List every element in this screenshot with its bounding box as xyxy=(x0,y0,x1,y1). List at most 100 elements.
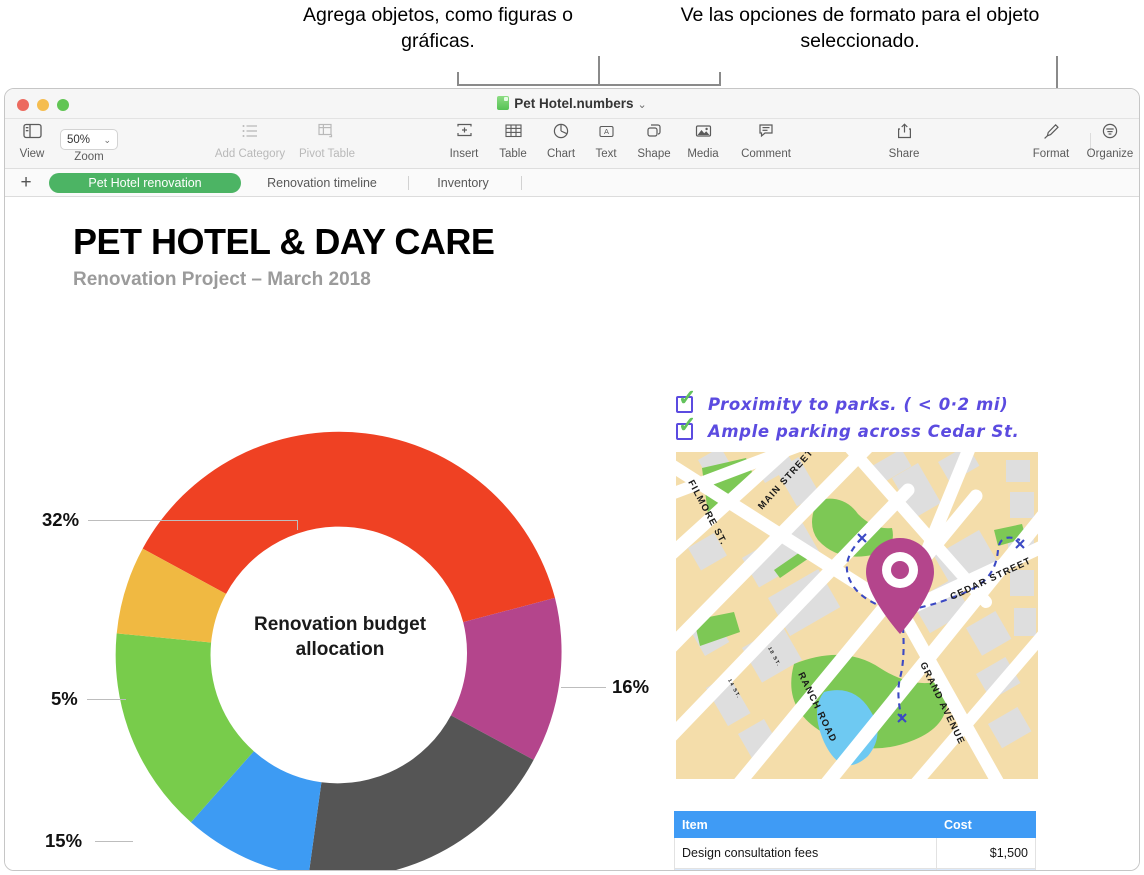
handwritten-checklist: ✓ Proximity to parks. ( < 0·2 mi) ✓ Ampl… xyxy=(676,387,1046,449)
toolbar-view-label: View xyxy=(19,148,45,160)
chevron-down-icon: ⌄ xyxy=(103,135,111,145)
toolbar-table-button[interactable]: Table xyxy=(487,123,539,160)
callout-format-options-text: Ve las opciones de formato para el objet… xyxy=(680,4,1040,52)
toolbar-zoom-label: Zoom xyxy=(74,151,104,163)
callout-bracket-horizontal xyxy=(457,84,721,86)
table-header-row: Item Cost xyxy=(674,811,1036,838)
table-cell-cost: $2,650 xyxy=(936,868,1036,870)
toolbar-view-button[interactable]: View xyxy=(5,123,67,160)
callout-add-objects: Agrega objetos, como figuras o gráficas. xyxy=(288,2,588,54)
table-row[interactable]: Design consultation fees $1,500 xyxy=(674,837,1036,869)
map-image[interactable]: FILMORE ST. MAIN STREET CEDAR STREET RAN… xyxy=(676,452,1038,779)
table-header-item: Item xyxy=(674,811,937,838)
app-window: Pet Hotel.numbers ⌄ View 50% ⌄ Zoom Add … xyxy=(4,88,1140,871)
callout-add-objects-text: Agrega objetos, como figuras o gráficas. xyxy=(303,4,573,52)
pct-label-cabinetry: 32% xyxy=(42,509,80,530)
document-title-text: Pet Hotel.numbers xyxy=(514,96,634,111)
donut-center-label: Renovation budget allocation xyxy=(185,612,495,662)
leader-line-cabinetry xyxy=(88,520,298,521)
sheet-tab-renovation-timeline[interactable]: Renovation timeline xyxy=(253,173,391,193)
callout-format-options: Ve las opciones de formato para el objet… xyxy=(660,2,1060,54)
cost-table[interactable]: Item Cost Design consultation fees $1,50… xyxy=(674,811,1036,870)
leader-line-plumbing xyxy=(87,699,126,700)
toolbar-chart-button[interactable]: Chart xyxy=(535,123,587,160)
leader-tick-cabinetry xyxy=(297,520,298,530)
toolbar-add-category-label: Add Category xyxy=(214,148,286,160)
toolbar-shape-label: Shape xyxy=(637,148,671,160)
toolbar-media-button[interactable]: Media xyxy=(676,123,730,160)
sheet-tab-divider xyxy=(521,176,522,190)
sheet-tab-label: Inventory xyxy=(437,176,489,190)
chevron-down-icon[interactable]: ⌄ xyxy=(638,99,647,111)
toolbar-organize-button[interactable]: Organize xyxy=(1076,123,1139,160)
toolbar-pivot-table-label: Pivot Table xyxy=(298,148,356,160)
media-icon xyxy=(676,123,730,147)
sheet-tab-divider xyxy=(408,176,409,190)
zoom-select[interactable]: 50% ⌄ xyxy=(60,129,118,150)
toolbar-format-label: Format xyxy=(1032,148,1070,160)
share-icon xyxy=(876,123,932,147)
toolbar-chart-label: Chart xyxy=(546,148,576,160)
pct-label-fixtures: 16% xyxy=(612,676,650,697)
pivot-table-icon xyxy=(291,123,363,147)
callout-line-vertical-1 xyxy=(598,56,600,86)
document-title[interactable]: Pet Hotel.numbers ⌄ xyxy=(5,96,1139,111)
list-icon xyxy=(214,123,286,147)
table-cell-cost: $1,500 xyxy=(936,837,1036,869)
checkmark-icon: ✓ xyxy=(678,412,697,437)
table-cell-item: Design consultation fees xyxy=(674,837,937,869)
window-titlebar: Pet Hotel.numbers ⌄ xyxy=(5,89,1139,119)
toolbar-add-category-button[interactable]: Add Category xyxy=(214,123,286,160)
table-header-cost: Cost xyxy=(936,811,1036,838)
pct-label-flooring: 15% xyxy=(45,830,83,851)
toolbar-insert-label: Insert xyxy=(449,148,479,160)
toolbar-comment-button[interactable]: Comment xyxy=(730,123,802,160)
insert-icon xyxy=(436,123,492,147)
callout-bracket-right-tick xyxy=(719,72,721,86)
svg-text:A: A xyxy=(603,127,608,136)
toolbar-table-label: Table xyxy=(499,148,527,160)
toolbar-pivot-table-button[interactable]: Pivot Table xyxy=(291,123,363,160)
chart-icon xyxy=(535,123,587,147)
zoom-value: 50% xyxy=(67,134,91,146)
numbers-document-icon xyxy=(497,96,510,110)
sidebar-icon xyxy=(5,123,67,147)
sheet-tab-label: Renovation timeline xyxy=(267,176,377,190)
toolbar-shape-button[interactable]: Shape xyxy=(627,123,681,160)
sheet-tab-label: Pet Hotel renovation xyxy=(88,176,202,190)
donut-center-line1: Renovation budget xyxy=(253,614,427,635)
toolbar-comment-label: Comment xyxy=(741,148,791,160)
toolbar-organize-label: Organize xyxy=(1086,148,1134,160)
organize-icon xyxy=(1076,123,1139,147)
comment-icon xyxy=(730,123,802,147)
callout-bracket-left-tick xyxy=(457,72,459,86)
add-sheet-button[interactable]: + xyxy=(15,172,37,193)
sheet-tab-inventory[interactable]: Inventory xyxy=(417,173,509,193)
sheet-tab-pet-hotel-renovation[interactable]: Pet Hotel renovation xyxy=(49,173,241,193)
toolbar-text-label: Text xyxy=(595,148,617,160)
leader-line-flooring xyxy=(95,841,133,842)
toolbar-insert-button[interactable]: Insert xyxy=(436,123,492,160)
table-icon xyxy=(487,123,539,147)
format-brush-icon xyxy=(1021,123,1081,147)
checkmark-icon: ✓ xyxy=(678,385,697,410)
map-svg: FILMORE ST. MAIN STREET CEDAR STREET RAN… xyxy=(676,452,1038,779)
checklist-item-2-label: Ample parking across Cedar St. xyxy=(708,422,1020,441)
main-toolbar: View 50% ⌄ Zoom Add Category Pivot Table… xyxy=(5,119,1139,169)
table-row[interactable]: Flooring $2,650 xyxy=(674,868,1036,870)
donut-chart-svg xyxy=(115,431,562,870)
donut-chart[interactable]: Renovation budget allocation 32% 5% 15% … xyxy=(5,197,665,870)
text-icon: A xyxy=(582,123,630,147)
toolbar-share-label: Share xyxy=(888,148,920,160)
leader-line-fixtures xyxy=(561,687,606,688)
toolbar-format-button[interactable]: Format xyxy=(1021,123,1081,160)
sheet-tab-bar: + Pet Hotel renovation Renovation timeli… xyxy=(5,169,1139,197)
toolbar-share-button[interactable]: Share xyxy=(876,123,932,160)
donut-center-line2: allocation xyxy=(295,639,385,660)
shape-icon xyxy=(627,123,681,147)
pct-label-plumbing: 5% xyxy=(51,688,78,709)
table-cell-item: Flooring xyxy=(674,868,937,870)
document-canvas[interactable]: PET HOTEL & DAY CARE Renovation Project … xyxy=(5,197,1139,870)
checklist-item-1-label: Proximity to parks. ( < 0·2 mi) xyxy=(708,395,1009,414)
toolbar-text-button[interactable]: A Text xyxy=(582,123,630,160)
